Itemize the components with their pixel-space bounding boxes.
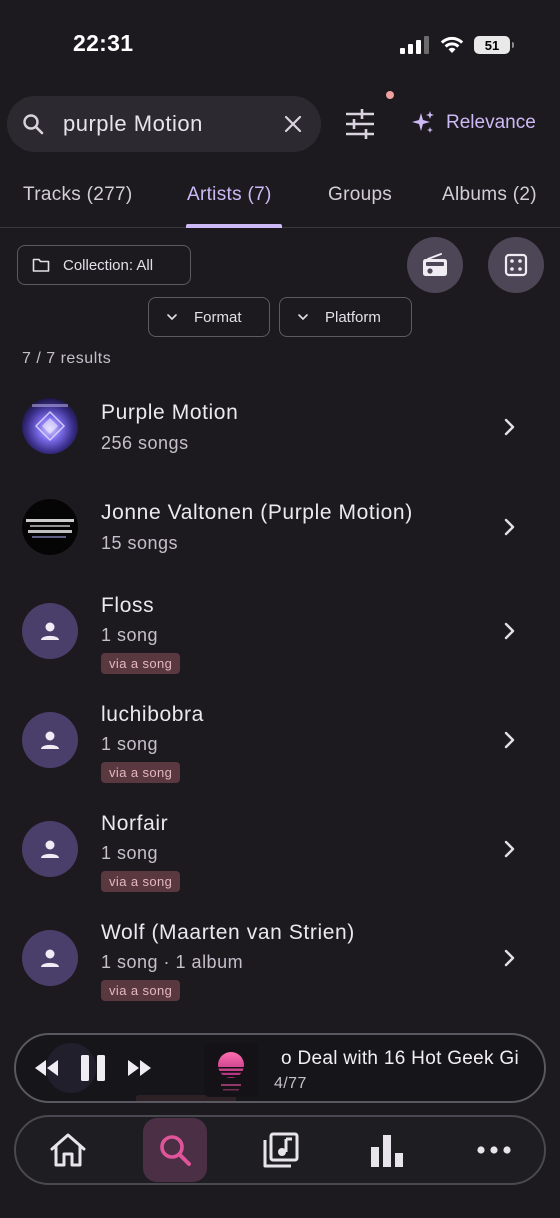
artist-song-count: 256 songs	[101, 433, 189, 453]
clear-search-icon[interactable]	[281, 112, 305, 136]
artist-avatar	[22, 712, 78, 768]
tab-groups[interactable]: Groups	[328, 184, 392, 206]
chevron-right-icon	[504, 949, 515, 967]
via-song-badge: via a song	[101, 871, 181, 892]
artist-song-count: 1 song · 1 album	[101, 952, 244, 972]
chevron-right-icon	[504, 840, 515, 858]
search-tabs: Tracks (277) Artists (7) Groups Albums (…	[0, 170, 560, 228]
artist-name: Wolf (Maarten van Strien)	[101, 921, 355, 944]
list-item[interactable]: Jonne Valtonen (Purple Motion) 15 songs	[0, 480, 560, 580]
nav-more[interactable]	[462, 1117, 526, 1183]
rewind-icon[interactable]	[34, 1059, 60, 1077]
via-song-badge: via a song	[101, 762, 181, 783]
artist-song-count: 1 song	[101, 843, 159, 863]
list-item[interactable]: luchibobra 1 song via a song	[0, 689, 560, 797]
list-item[interactable]: Norfair 1 song via a song	[0, 798, 560, 906]
bottom-navigation	[14, 1115, 546, 1185]
music-library-icon	[263, 1132, 299, 1168]
chevron-right-icon	[504, 731, 515, 749]
battery-indicator: 51	[474, 36, 514, 54]
search-query[interactable]: purple Motion	[63, 111, 281, 137]
dice-icon	[504, 253, 528, 277]
now-playing-art	[204, 1043, 258, 1097]
chevron-right-icon	[504, 622, 515, 640]
bar-chart-icon	[371, 1135, 403, 1167]
status-bar: 22:31 51	[0, 0, 560, 90]
nav-stats[interactable]	[355, 1117, 419, 1183]
album-art-image	[32, 404, 68, 442]
now-playing-position: 4/77	[274, 1075, 307, 1092]
nav-home[interactable]	[36, 1117, 100, 1183]
radio-button[interactable]	[407, 237, 463, 293]
filter-indicator-dot	[386, 91, 394, 99]
platform-filter-chip[interactable]: Platform	[279, 297, 412, 337]
active-tab-indicator	[186, 224, 282, 228]
artist-name: luchibobra	[101, 703, 204, 726]
format-filter-label: Format	[194, 308, 242, 326]
list-item[interactable]: Wolf (Maarten van Strien) 1 song · 1 alb…	[0, 907, 560, 1015]
radio-icon	[423, 253, 447, 276]
album-art-image	[204, 1043, 258, 1097]
tab-artists[interactable]: Artists (7)	[187, 184, 272, 206]
sort-label: Relevance	[446, 112, 536, 133]
cellular-signal-icon	[400, 36, 429, 54]
fast-forward-icon[interactable]	[126, 1059, 152, 1077]
filter-sliders-icon[interactable]	[342, 108, 378, 140]
artist-song-count: 1 song	[101, 734, 159, 754]
tab-tracks[interactable]: Tracks (277)	[23, 184, 133, 206]
search-row: purple Motion Relevance	[0, 96, 560, 152]
artist-name: Purple Motion	[101, 401, 239, 424]
artist-song-count: 1 song	[101, 625, 159, 645]
collection-filter-chip[interactable]: Collection: All	[17, 245, 191, 285]
playback-controls	[34, 1035, 152, 1101]
person-icon	[41, 949, 59, 967]
chevron-down-icon	[298, 314, 308, 321]
chevron-right-icon	[504, 518, 515, 536]
artist-avatar	[22, 398, 78, 454]
via-song-badge: via a song	[101, 980, 181, 1001]
home-icon	[50, 1133, 86, 1167]
person-icon	[41, 840, 59, 858]
artist-name: Jonne Valtonen (Purple Motion)	[101, 501, 413, 524]
chevron-down-icon	[167, 314, 177, 321]
chevron-right-icon	[504, 418, 515, 436]
search-icon	[160, 1135, 191, 1166]
via-song-badge: via a song	[101, 653, 181, 674]
platform-filter-label: Platform	[325, 308, 381, 326]
person-icon	[41, 622, 59, 640]
status-icons: 51	[400, 36, 514, 54]
collection-filter-label: Collection: All	[63, 256, 154, 274]
more-dots-icon	[477, 1146, 511, 1154]
sparkle-icon	[412, 111, 434, 133]
nav-library[interactable]	[249, 1117, 313, 1183]
pause-icon[interactable]	[80, 1053, 106, 1083]
status-time: 22:31	[73, 30, 134, 56]
artist-name: Norfair	[101, 812, 169, 835]
wifi-icon	[440, 36, 464, 53]
sort-relevance-button[interactable]: Relevance	[410, 110, 536, 136]
artist-avatar	[22, 603, 78, 659]
nav-search[interactable]	[143, 1118, 207, 1182]
results-count: 7 / 7 results	[22, 350, 112, 367]
search-input[interactable]: purple Motion	[7, 96, 321, 152]
tab-albums[interactable]: Albums (2)	[442, 184, 537, 206]
list-item[interactable]: Floss 1 song via a song	[0, 580, 560, 688]
now-playing-title: o Deal with 16 Hot Geek Gi	[281, 1048, 520, 1069]
mini-player[interactable]: o Deal with 16 Hot Geek Gi 4/77	[14, 1033, 546, 1103]
artist-song-count: 15 songs	[101, 533, 179, 553]
person-icon	[41, 731, 59, 749]
artist-avatar	[22, 499, 78, 555]
list-item[interactable]: Purple Motion 256 songs	[0, 380, 560, 480]
album-art-image	[26, 519, 74, 538]
search-icon	[23, 114, 44, 135]
shuffle-dice-button[interactable]	[488, 237, 544, 293]
folder-icon	[32, 258, 50, 272]
artist-avatar	[22, 930, 78, 986]
format-filter-chip[interactable]: Format	[148, 297, 270, 337]
artist-avatar	[22, 821, 78, 877]
artist-name: Floss	[101, 594, 155, 617]
